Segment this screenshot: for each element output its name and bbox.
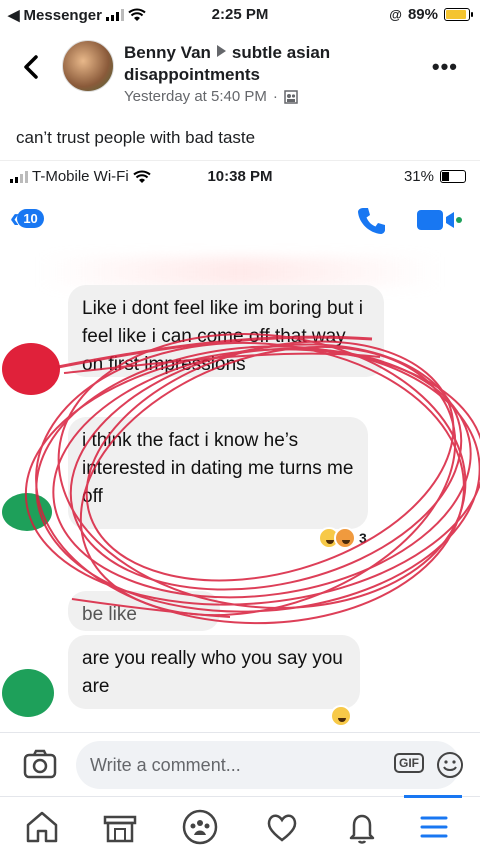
embedded-status-bar: T-Mobile Wi-Fi 10:38 PM 31%	[0, 161, 480, 191]
embedded-battery-icon	[440, 170, 466, 183]
embedded-unread-count: 10	[17, 208, 44, 228]
groups-icon[interactable]	[180, 807, 220, 847]
bottom-nav	[0, 795, 480, 855]
more-options-button[interactable]: •••	[432, 54, 458, 80]
orientation-lock-icon: @	[389, 7, 402, 22]
shared-to-arrow-icon	[216, 45, 226, 57]
status-bar: ◀ Messenger 2:25 PM @ 89%	[0, 0, 480, 30]
message-reactions: 3	[318, 527, 367, 549]
group-audience-icon	[284, 89, 298, 104]
message-bubble: are you really who you say you are	[68, 635, 360, 709]
meta-separator: ·	[272, 88, 278, 105]
home-icon[interactable]	[22, 807, 62, 847]
camera-icon[interactable]	[22, 747, 58, 781]
embedded-status-right: 31%	[404, 168, 466, 185]
embedded-chat-header: ‹ 10	[0, 191, 480, 247]
menu-icon[interactable]	[414, 807, 454, 847]
avatar[interactable]	[62, 40, 114, 92]
contact-avatar-green	[2, 493, 52, 531]
embedded-video-call-icon	[417, 210, 462, 230]
emoji-icon[interactable]	[436, 751, 464, 779]
contact-avatar-green-2	[2, 669, 54, 717]
back-chevron-icon[interactable]	[20, 52, 44, 82]
notifications-bell-icon[interactable]	[342, 807, 382, 847]
embedded-battery-fill	[442, 172, 449, 181]
image-haze	[40, 257, 440, 287]
contact-avatar-red	[2, 343, 60, 395]
post-caption: can’t trust people with bad taste	[16, 128, 256, 147]
post-author-line: Benny Van subtle asian disappointments	[124, 42, 424, 86]
author-name[interactable]: Benny Van	[124, 43, 211, 62]
embedded-back-button: ‹ 10	[10, 204, 44, 232]
message-bubble: be like	[68, 591, 220, 631]
message-reactions-2	[330, 705, 352, 727]
embedded-phone-icon	[358, 208, 385, 234]
comment-bar: Write a comment... GIF	[0, 732, 480, 796]
post-image[interactable]: T-Mobile Wi-Fi 10:38 PM 31% ‹ 10 Like i …	[0, 160, 480, 732]
battery-fill	[446, 10, 466, 19]
laugh-reaction-icon	[330, 705, 352, 727]
gif-button[interactable]: GIF	[394, 753, 424, 773]
message-bubble: Like i dont feel like im boring but i fe…	[68, 285, 384, 377]
heart-eyes-reaction-icon	[334, 527, 356, 549]
embedded-battery-percent: 31%	[403, 168, 434, 185]
post-meta: Yesterday at 5:40 PM ·	[124, 88, 298, 105]
dating-heart-icon[interactable]	[262, 807, 302, 847]
marketplace-icon[interactable]	[100, 807, 140, 847]
reaction-count: 3	[359, 530, 367, 546]
active-tab-indicator	[404, 795, 462, 798]
battery-icon	[444, 8, 473, 21]
battery-percent: 89%	[407, 6, 438, 23]
status-right: @ 89%	[389, 6, 473, 23]
message-bubble: i think the fact i know he’s interested …	[68, 417, 368, 529]
post-timestamp[interactable]: Yesterday at 5:40 PM	[124, 88, 267, 105]
